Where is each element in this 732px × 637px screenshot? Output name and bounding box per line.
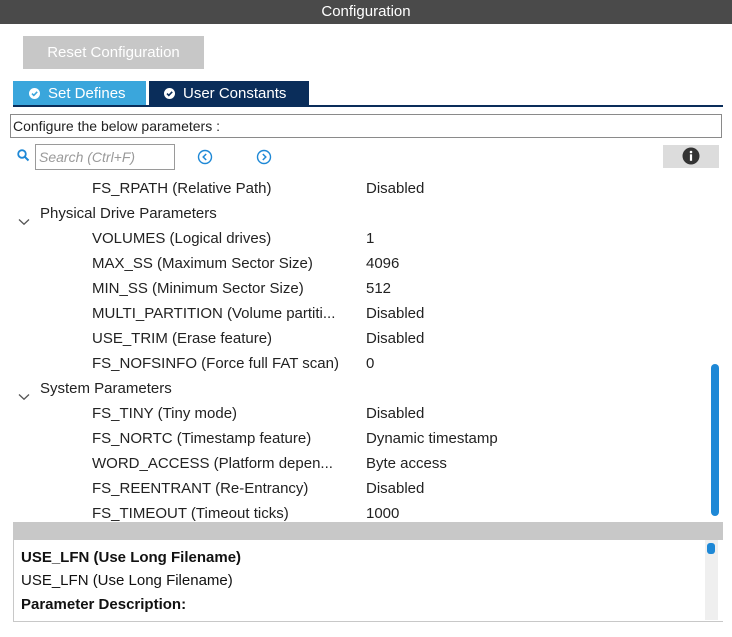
tab-user-constants[interactable]: User Constants [149, 81, 309, 106]
description-panel: USE_LFN (Use Long Filename) USE_LFN (Use… [13, 540, 723, 622]
param-value[interactable]: Byte access [366, 451, 447, 476]
param-name: FS_NOFSINFO (Force full FAT scan) [92, 355, 339, 372]
param-name: FS_TINY (Tiny mode) [92, 405, 238, 422]
param-value[interactable]: Disabled [366, 176, 424, 201]
tab-label: User Constants [183, 85, 287, 102]
tree-row[interactable]: MAX_SS (Maximum Sector Size) 4096 [0, 251, 710, 276]
param-name: FS_REENTRANT (Re-Entrancy) [92, 480, 309, 497]
tree-row[interactable]: FS_TINY (Tiny mode) Disabled [0, 401, 710, 426]
tree-scrollbar-thumb[interactable] [711, 364, 719, 516]
info-button[interactable] [663, 145, 719, 168]
tree-row[interactable]: VOLUMES (Logical drives) 1 [0, 226, 710, 251]
search-icon[interactable] [17, 149, 30, 166]
tree-row[interactable]: USE_TRIM (Erase feature) Disabled [0, 326, 710, 351]
tab-set-defines[interactable]: Set Defines [13, 81, 146, 106]
param-value[interactable]: 512 [366, 276, 391, 301]
tree-row[interactable]: MULTI_PARTITION (Volume partiti... Disab… [0, 301, 710, 326]
tree-row[interactable]: FS_REENTRANT (Re-Entrancy) Disabled [0, 476, 710, 501]
prev-arrow-icon[interactable] [197, 149, 213, 169]
param-name: MIN_SS (Minimum Sector Size) [92, 280, 304, 297]
description-section-header: Parameter Description: [21, 596, 187, 613]
checkmark-icon [164, 88, 175, 99]
param-value[interactable]: 1 [366, 226, 374, 251]
param-name: WORD_ACCESS (Platform depen... [92, 455, 333, 472]
instructions-label: Configure the below parameters : [10, 114, 722, 138]
param-name: VOLUMES (Logical drives) [92, 230, 272, 247]
reset-configuration-button[interactable]: Reset Configuration [23, 36, 204, 69]
info-icon [682, 147, 700, 165]
search-input[interactable]: Search (Ctrl+F) [35, 144, 175, 170]
param-name: MAX_SS (Maximum Sector Size) [92, 255, 313, 272]
param-value[interactable]: 4096 [366, 251, 399, 276]
parameter-tree: FS_RPATH (Relative Path) Disabled Physic… [0, 176, 710, 522]
group-row[interactable]: System Parameters [0, 376, 710, 401]
group-label: Physical Drive Parameters [40, 205, 217, 222]
description-title: USE_LFN (Use Long Filename) [21, 549, 242, 566]
tab-label: Set Defines [48, 85, 126, 102]
param-value[interactable]: Dynamic timestamp [366, 426, 498, 451]
param-name: MULTI_PARTITION (Volume partiti... [92, 305, 336, 322]
group-row[interactable]: Physical Drive Parameters [0, 201, 710, 226]
splitter-bar[interactable] [13, 522, 723, 540]
param-value[interactable]: Disabled [366, 301, 424, 326]
description-scrollbar-thumb[interactable] [707, 543, 715, 554]
window-title: Configuration [0, 0, 732, 24]
checkmark-icon [29, 88, 40, 99]
description-subtitle: USE_LFN (Use Long Filename) [21, 572, 233, 589]
param-value[interactable]: 0 [366, 351, 374, 376]
param-name: USE_TRIM (Erase feature) [92, 330, 273, 347]
tree-row[interactable]: MIN_SS (Minimum Sector Size) 512 [0, 276, 710, 301]
tree-row[interactable]: FS_NOFSINFO (Force full FAT scan) 0 [0, 351, 710, 376]
tab-underline [13, 105, 723, 107]
param-name: FS_RPATH (Relative Path) [92, 180, 272, 197]
tree-row[interactable]: FS_NORTC (Timestamp feature) Dynamic tim… [0, 426, 710, 451]
group-label: System Parameters [40, 380, 172, 397]
param-value[interactable]: Disabled [366, 476, 424, 501]
tree-row[interactable]: FS_RPATH (Relative Path) Disabled [0, 176, 710, 201]
next-arrow-icon[interactable] [256, 149, 272, 169]
tree-row[interactable]: WORD_ACCESS (Platform depen... Byte acce… [0, 451, 710, 476]
param-name: FS_NORTC (Timestamp feature) [92, 430, 312, 447]
param-value[interactable]: Disabled [366, 326, 424, 351]
param-value[interactable]: Disabled [366, 401, 424, 426]
